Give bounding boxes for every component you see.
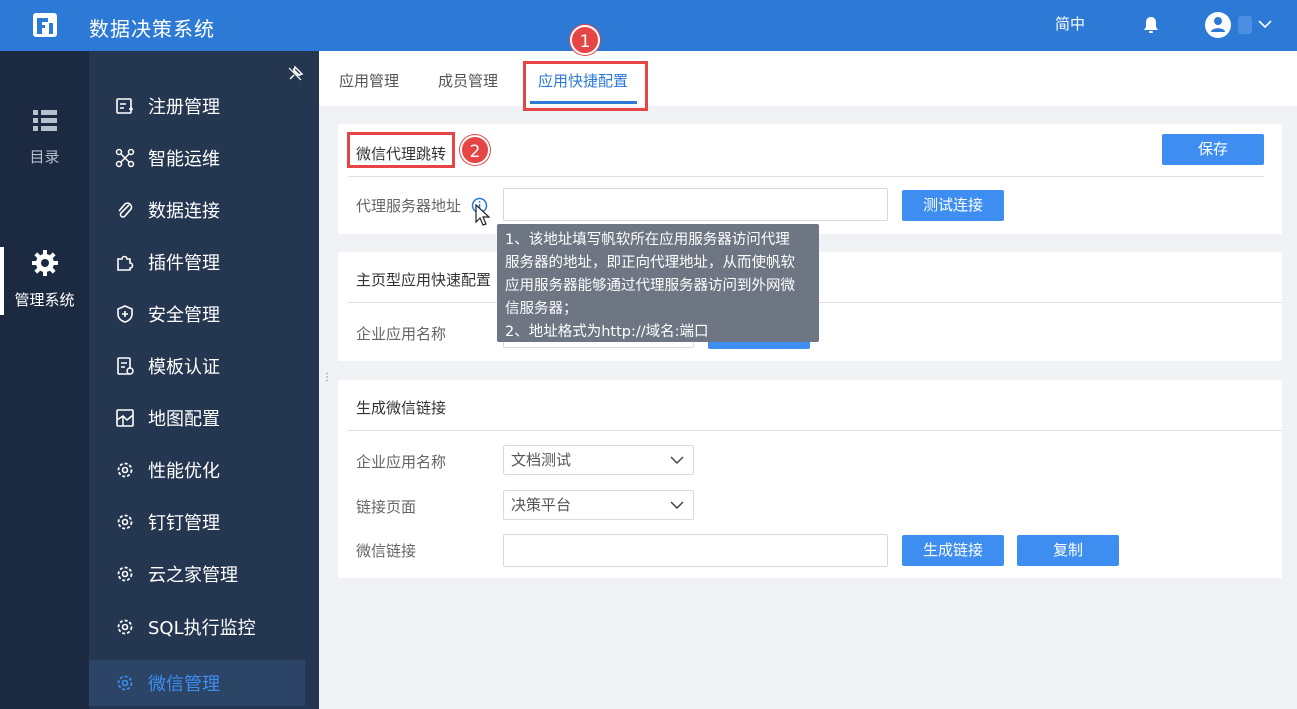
link-page-select[interactable]: 决策平台 xyxy=(503,490,694,520)
sidebar-item-label: 云之家管理 xyxy=(148,565,238,586)
tooltip-line: 信服务器； xyxy=(505,301,578,317)
user-icon xyxy=(1211,17,1225,32)
avatar[interactable] xyxy=(1205,12,1231,38)
sidebar-item-security[interactable]: 安全管理 xyxy=(89,291,305,337)
list-icon xyxy=(32,110,57,131)
gear-icon xyxy=(117,462,133,478)
chevron-down-icon[interactable] xyxy=(1257,16,1273,32)
sidebar-item-template-auth[interactable]: 模板认证 xyxy=(89,343,305,389)
chevron-down-icon xyxy=(670,456,684,465)
pin-icon[interactable] xyxy=(286,65,304,83)
sidebar-item-map[interactable]: 地图配置 xyxy=(89,395,305,441)
tooltip-line: 2、地址格式为http://域名:端口 xyxy=(505,324,709,340)
link-panel: 生成微信链接 企业应用名称 文档测试 链接页面 决策平台 微信链接 生成链接 复… xyxy=(338,380,1282,578)
rail-label-catalog: 目录 xyxy=(29,148,60,166)
sidebar-item-wechat[interactable]: 微信管理 xyxy=(89,660,305,706)
sidebar-item-sql-monitor[interactable]: SQL执行监控 xyxy=(89,604,305,650)
save-button[interactable]: 保存 xyxy=(1162,134,1264,165)
resize-handle[interactable]: ⋮ xyxy=(322,372,332,383)
proxy-tooltip: 1、该地址填写帆软所在应用服务器访问代理 服务器的地址，即正向代理地址，从而使帆… xyxy=(497,224,819,342)
homepage-section-title: 主页型应用快速配置 xyxy=(356,271,492,289)
gear-icon xyxy=(117,566,133,582)
homepage-app-name-label: 企业应用名称 xyxy=(356,325,447,343)
generate-link-button[interactable]: 生成链接 xyxy=(902,535,1004,566)
tooltip-line: 应用服务器能够通过代理服务器访问到外网微 xyxy=(505,278,795,294)
sidebar-item-label: 钉钉管理 xyxy=(148,513,220,534)
sidebar-item-label: 智能运维 xyxy=(148,149,220,170)
sidebar-item-label: 微信管理 xyxy=(148,674,220,695)
shield-icon xyxy=(117,305,133,323)
sidebar-item-label: 性能优化 xyxy=(148,461,220,482)
proxy-address-input[interactable] xyxy=(503,188,888,221)
gear-icon xyxy=(117,514,133,530)
rail-label-admin: 管理系统 xyxy=(14,291,75,309)
gear-icon xyxy=(117,675,133,691)
sidebar-item-data-connection[interactable]: 数据连接 xyxy=(89,187,305,233)
tab-member-management[interactable]: 成员管理 xyxy=(438,70,498,91)
link-section-title: 生成微信链接 xyxy=(356,399,447,417)
sidebar-item-dingtalk[interactable]: 钉钉管理 xyxy=(89,499,305,545)
copy-button[interactable]: 复制 xyxy=(1017,535,1119,566)
test-connection-button[interactable]: 测试连接 xyxy=(902,190,1004,221)
sidebar-item-performance[interactable]: 性能优化 xyxy=(89,447,305,493)
sidebar-item-label: 安全管理 xyxy=(148,305,220,326)
chevron-down-icon xyxy=(670,501,684,510)
link-app-value: 文档测试 xyxy=(511,451,572,469)
sidebar-item-label: 注册管理 xyxy=(148,97,220,118)
sidebar-item-yunzhijia[interactable]: 云之家管理 xyxy=(89,551,305,597)
sidebar-item-label: 数据连接 xyxy=(148,201,220,222)
plugin-icon xyxy=(117,255,134,271)
tooltip-line: 服务器的地址，即正向代理地址，从而使帆软 xyxy=(505,255,795,271)
proxy-address-label: 代理服务器地址 xyxy=(356,197,462,215)
rail-item-catalog[interactable]: 目录 xyxy=(0,108,89,167)
logo-icon xyxy=(33,13,57,37)
app-title: 数据决策系统 xyxy=(89,17,215,41)
top-bar: 数据决策系统 简中 xyxy=(0,0,1297,51)
ops-icon xyxy=(115,148,135,168)
cursor-icon xyxy=(475,204,491,226)
sidebar-item-label: 地图配置 xyxy=(148,409,220,430)
map-icon xyxy=(116,409,134,427)
highlight-box-section xyxy=(347,132,455,168)
annotation-badge-2: 2 xyxy=(460,135,490,165)
tab-app-management[interactable]: 应用管理 xyxy=(339,70,399,91)
rail-item-admin[interactable]: 管理系统 xyxy=(0,249,89,310)
divider xyxy=(348,430,1282,431)
link-app-name-label: 企业应用名称 xyxy=(356,453,447,471)
link-page-value: 决策平台 xyxy=(511,496,572,514)
register-icon xyxy=(116,98,133,114)
wechat-link-label: 微信链接 xyxy=(356,542,417,560)
template-icon xyxy=(117,357,134,375)
divider xyxy=(348,176,1264,177)
highlight-box-tab xyxy=(523,61,648,111)
sidebar-item-label: 模板认证 xyxy=(148,357,220,378)
sidebar: 注册管理 智能运维 数据连接 插件管理 安全管理 模板认证 地图配置 性能优化 … xyxy=(89,51,319,709)
language-switch[interactable]: 简中 xyxy=(1055,13,1085,34)
annotation-badge-1: 1 xyxy=(570,25,600,55)
paperclip-icon xyxy=(118,202,133,218)
tooltip-line: 1、该地址填写帆软所在应用服务器访问代理 xyxy=(505,232,790,248)
sidebar-item-register[interactable]: 注册管理 xyxy=(89,83,305,129)
username-redacted xyxy=(1238,16,1252,34)
sidebar-item-label: SQL执行监控 xyxy=(148,618,256,639)
gear-icon xyxy=(31,250,58,276)
bell-icon[interactable] xyxy=(1142,15,1160,35)
sidebar-item-label: 插件管理 xyxy=(148,253,220,274)
wechat-link-input[interactable] xyxy=(503,534,888,567)
gear-icon xyxy=(117,619,133,635)
link-page-label: 链接页面 xyxy=(356,498,417,516)
sidebar-item-ops[interactable]: 智能运维 xyxy=(89,135,305,181)
sidebar-item-plugins[interactable]: 插件管理 xyxy=(89,239,305,285)
link-app-select[interactable]: 文档测试 xyxy=(503,445,694,475)
